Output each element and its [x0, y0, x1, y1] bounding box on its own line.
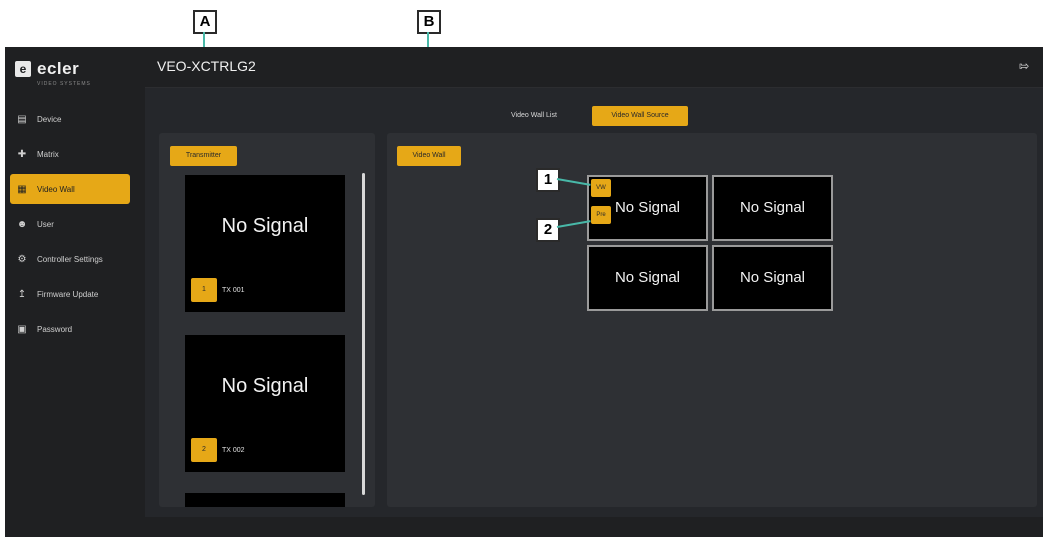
preview-button[interactable]: Pre: [591, 206, 611, 224]
brand-logo: e ecler: [15, 59, 79, 79]
transmitter-number: 1: [191, 278, 217, 302]
transmitter-card[interactable]: No Signal 1 TX 001: [185, 175, 345, 312]
vw-button[interactable]: VW: [591, 179, 611, 197]
sidebar-item-matrix[interactable]: ✚ Matrix: [5, 139, 145, 169]
main-content: Video Wall List Video Wall Source Transm…: [145, 88, 1043, 517]
video-wall-button[interactable]: Video Wall: [397, 146, 461, 166]
sidebar: e ecler VIDEO SYSTEMS ▤ Device ✚ Matrix …: [5, 47, 145, 537]
sidebar-item-label: Firmware Update: [37, 289, 99, 299]
logout-icon[interactable]: ⇰: [1019, 59, 1029, 73]
callout-b: B: [417, 10, 441, 34]
sidebar-item-firmware-update[interactable]: ↥ Firmware Update: [5, 279, 145, 309]
logo-text: ecler: [37, 59, 80, 78]
transmitter-name: TX 002: [222, 447, 245, 454]
device-icon: ▤: [17, 113, 27, 125]
sidebar-item-label: Video Wall: [37, 184, 75, 194]
logo-subtext: VIDEO SYSTEMS: [37, 81, 91, 87]
wall-cell[interactable]: No Signal: [712, 175, 833, 241]
sidebar-item-video-wall[interactable]: ▦ Video Wall: [10, 174, 130, 204]
sidebar-item-label: Matrix: [37, 149, 59, 159]
sidebar-item-label: Controller Settings: [37, 254, 103, 264]
grid-icon: ▦: [17, 183, 27, 195]
signal-status: No Signal: [221, 375, 309, 397]
user-icon: ☻: [16, 218, 28, 230]
wall-cell[interactable]: No Signal: [712, 245, 833, 311]
page-title: VEO-XCTRLG2: [157, 58, 256, 74]
transmitter-card-partial[interactable]: [185, 493, 345, 507]
gear-icon: ⚙: [17, 253, 27, 265]
lock-icon: ▣: [17, 323, 27, 335]
transmitter-card[interactable]: No Signal 2 TX 002: [185, 335, 345, 472]
tab-video-wall-source[interactable]: Video Wall Source: [592, 106, 688, 126]
transmitter-number: 2: [191, 438, 217, 462]
transmitter-button[interactable]: Transmitter: [170, 146, 237, 166]
ecler-logo-icon: e: [15, 61, 31, 77]
callout-2: 2: [536, 218, 560, 242]
top-bar: VEO-XCTRLG2 ⇰: [145, 47, 1043, 88]
sidebar-item-label: User: [37, 219, 54, 229]
tab-video-wall-list[interactable]: Video Wall List: [511, 106, 557, 126]
video-wall-grid: No Signal No Signal No Signal No Signal …: [587, 175, 837, 315]
app-window: e ecler VIDEO SYSTEMS ▤ Device ✚ Matrix …: [5, 47, 1043, 537]
footer-bar: [145, 517, 1043, 537]
sidebar-item-user[interactable]: ☻ User: [5, 209, 145, 239]
video-wall-panel: Video Wall No Signal No Signal No Signal…: [387, 133, 1037, 507]
scrollbar[interactable]: [362, 173, 365, 495]
callout-a: A: [193, 10, 217, 34]
sidebar-item-password[interactable]: ▣ Password: [5, 314, 145, 344]
matrix-icon: ✚: [17, 148, 27, 160]
upload-icon: ↥: [17, 288, 27, 300]
signal-status: No Signal: [221, 215, 309, 237]
sidebar-item-label: Device: [37, 114, 62, 124]
transmitter-panel: Transmitter No Signal 1 TX 001 No Signal…: [159, 133, 375, 507]
transmitter-name: TX 001: [222, 287, 245, 294]
sidebar-item-label: Password: [37, 324, 73, 334]
wall-cell[interactable]: No Signal: [587, 245, 708, 311]
sidebar-item-device[interactable]: ▤ Device: [5, 104, 145, 134]
sidebar-item-controller-settings[interactable]: ⚙ Controller Settings: [5, 244, 145, 274]
